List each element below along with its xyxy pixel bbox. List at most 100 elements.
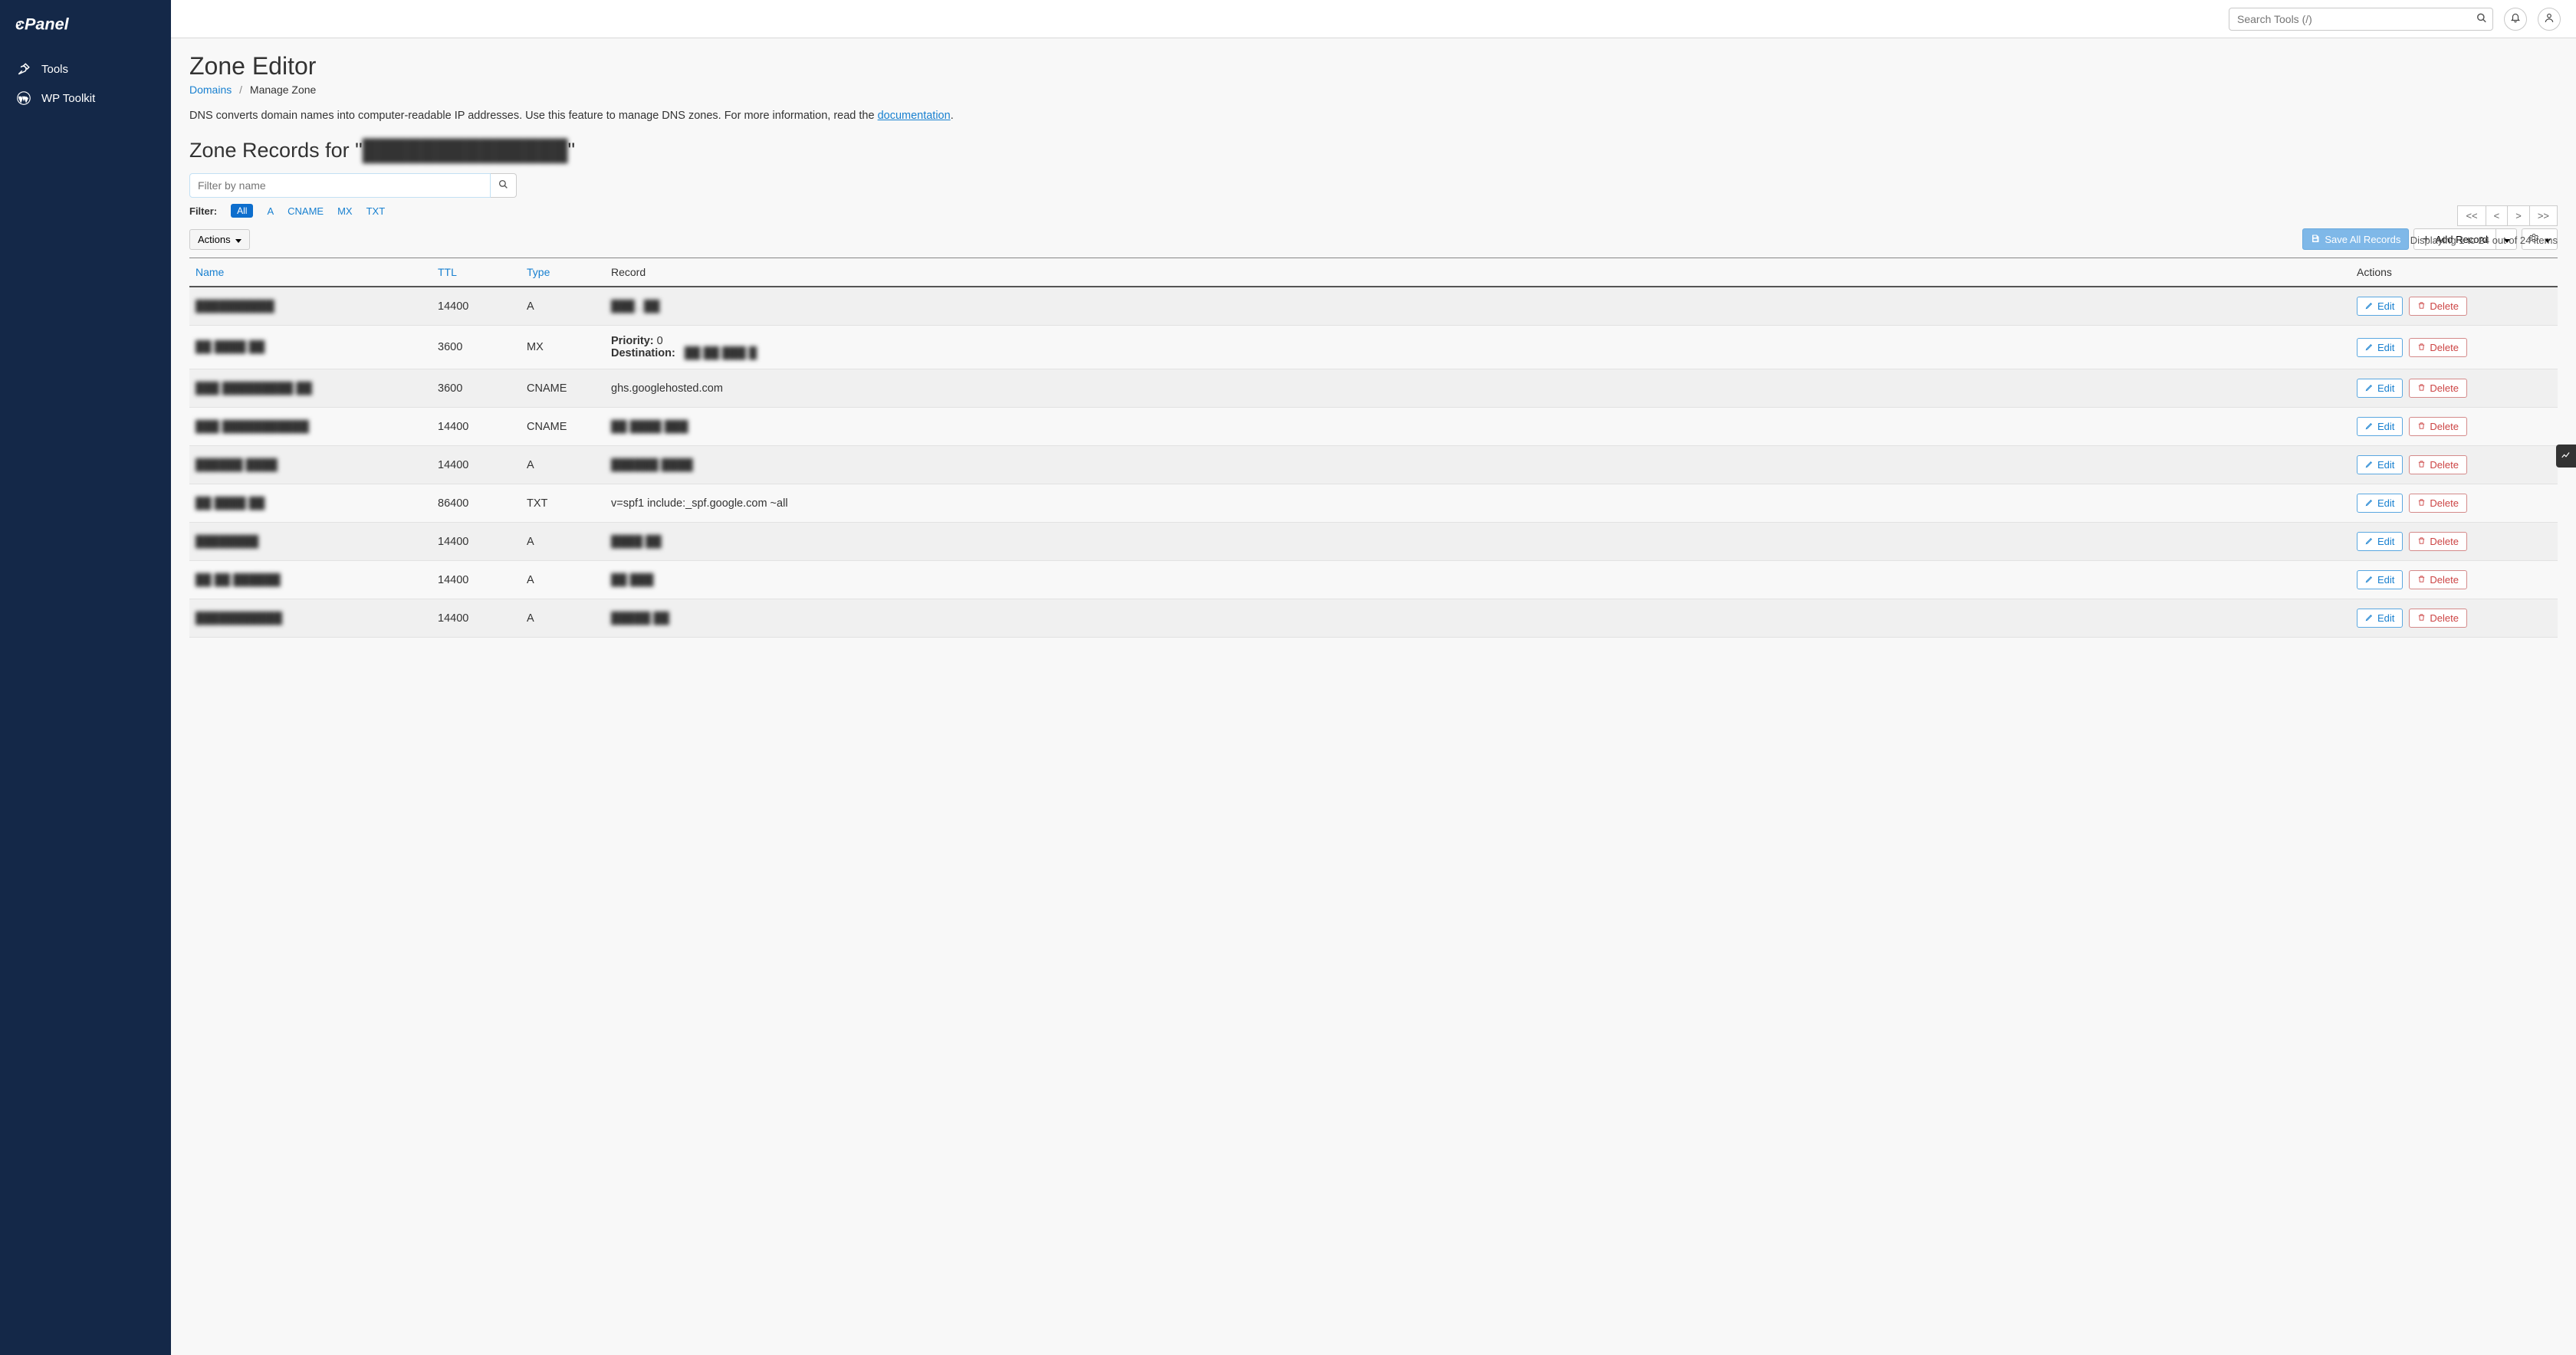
th-ttl[interactable]: TTL [432, 258, 521, 287]
delete-button[interactable]: Delete [2409, 570, 2467, 589]
trash-icon [2417, 300, 2426, 312]
record-ttl: 14400 [432, 446, 521, 484]
record-ttl: 14400 [432, 408, 521, 446]
edit-button[interactable]: Edit [2357, 297, 2403, 316]
edit-button[interactable]: Edit [2357, 379, 2403, 398]
record-name-redacted: ████████ [196, 536, 258, 548]
trash-icon [2417, 342, 2426, 353]
search-icon [2476, 12, 2487, 25]
user-icon [2544, 12, 2555, 25]
table-row: ███ ███████████14400CNAME██ ████ ███Edit… [189, 408, 2558, 446]
filter-txt[interactable]: TXT [366, 205, 386, 217]
account-button[interactable] [2538, 8, 2561, 31]
record-type: TXT [521, 484, 605, 523]
edit-button[interactable]: Edit [2357, 570, 2403, 589]
delete-button[interactable]: Delete [2409, 455, 2467, 474]
pencil-icon [2365, 612, 2374, 624]
actions-dropdown[interactable]: Actions [189, 229, 250, 250]
breadcrumb-current: Manage Zone [250, 84, 316, 96]
trash-icon [2417, 612, 2426, 624]
edit-button[interactable]: Edit [2357, 338, 2403, 357]
trash-icon [2417, 497, 2426, 509]
records-table: Name TTL Type Record Actions ██████████1… [189, 258, 2558, 638]
edit-button[interactable]: Edit [2357, 494, 2403, 513]
record-value: ██ ████ ███ [605, 408, 2351, 446]
th-record: Record [605, 258, 2351, 287]
notifications-button[interactable] [2504, 8, 2527, 31]
record-ttl: 14400 [432, 561, 521, 599]
pencil-icon [2365, 459, 2374, 471]
delete-button[interactable]: Delete [2409, 297, 2467, 316]
trash-icon [2417, 421, 2426, 432]
wordpress-icon [17, 91, 31, 105]
table-row: ███████████14400A█████ ██EditDelete [189, 599, 2558, 638]
pager-next[interactable]: > [2508, 205, 2530, 226]
th-actions: Actions [2351, 258, 2558, 287]
trash-icon [2417, 459, 2426, 471]
edit-button[interactable]: Edit [2357, 532, 2403, 551]
nav-tools[interactable]: Tools [0, 54, 171, 84]
search-input[interactable] [2229, 8, 2493, 31]
delete-button[interactable]: Delete [2409, 379, 2467, 398]
record-type: CNAME [521, 369, 605, 408]
bell-icon [2510, 12, 2521, 25]
record-name-redacted: ██ ████ ██ [196, 497, 264, 510]
pencil-icon [2365, 421, 2374, 432]
th-name[interactable]: Name [189, 258, 432, 287]
record-type: A [521, 287, 605, 326]
sidebar: cPanel Tools WP Toolkit [0, 0, 171, 1355]
chart-icon [2561, 450, 2571, 463]
stats-tab[interactable] [2556, 445, 2576, 468]
record-name-redacted: ███████████ [196, 612, 282, 625]
pager-displaying: Displaying 1 to 24 out of 24 items [2410, 235, 2558, 246]
caret-down-icon [234, 234, 242, 245]
delete-button[interactable]: Delete [2409, 609, 2467, 628]
filter-mx[interactable]: MX [337, 205, 353, 217]
edit-button[interactable]: Edit [2357, 455, 2403, 474]
filter-cname[interactable]: CNAME [288, 205, 324, 217]
th-type[interactable]: Type [521, 258, 605, 287]
filter-search-button[interactable] [491, 173, 517, 198]
search-icon [498, 179, 508, 192]
record-type: A [521, 523, 605, 561]
record-type: MX [521, 326, 605, 369]
search-box [2229, 8, 2493, 31]
save-all-records-button[interactable]: Save All Records [2302, 228, 2409, 250]
documentation-link[interactable]: documentation [878, 110, 951, 122]
pager-prev[interactable]: < [2486, 205, 2509, 226]
cpanel-logo: cPanel [0, 0, 171, 54]
nav-tools-label: Tools [41, 63, 68, 76]
record-type: A [521, 599, 605, 638]
zone-records-heading: Zone Records for "██████████████" [189, 139, 2558, 162]
table-row: ████████14400A████ ██EditDelete [189, 523, 2558, 561]
domain-name-redacted: ██████████████ [363, 139, 568, 162]
delete-button[interactable]: Delete [2409, 417, 2467, 436]
nav-wp-toolkit[interactable]: WP Toolkit [0, 84, 171, 113]
edit-button[interactable]: Edit [2357, 417, 2403, 436]
save-icon [2311, 234, 2320, 245]
delete-button[interactable]: Delete [2409, 338, 2467, 357]
pencil-icon [2365, 497, 2374, 509]
delete-button[interactable]: Delete [2409, 494, 2467, 513]
delete-button[interactable]: Delete [2409, 532, 2467, 551]
record-ttl: 3600 [432, 369, 521, 408]
record-ttl: 14400 [432, 599, 521, 638]
edit-button[interactable]: Edit [2357, 609, 2403, 628]
breadcrumb-domains[interactable]: Domains [189, 84, 232, 96]
pager-last[interactable]: >> [2530, 205, 2558, 226]
record-ttl: 14400 [432, 287, 521, 326]
record-name-redacted: ██████ ████ [196, 459, 278, 471]
topbar [171, 0, 2576, 38]
pencil-icon [2365, 536, 2374, 547]
filter-input[interactable] [189, 173, 491, 198]
table-row: ██████ ████14400A██████ ████EditDelete [189, 446, 2558, 484]
record-name-redacted: ███ ███████████ [196, 421, 309, 433]
filter-a[interactable]: A [267, 205, 274, 217]
record-value: Priority: 0Destination: ██ ██ ███ █ [605, 326, 2351, 369]
table-row: ███ █████████ ██3600CNAMEghs.googlehoste… [189, 369, 2558, 408]
pager-first[interactable]: << [2457, 205, 2486, 226]
filter-all[interactable]: All [231, 204, 253, 218]
table-row: ██████████14400A███ . ██EditDelete [189, 287, 2558, 326]
content: Zone Editor Domains / Manage Zone DNS co… [171, 38, 2576, 1355]
description: DNS converts domain names into computer-… [189, 110, 2558, 122]
